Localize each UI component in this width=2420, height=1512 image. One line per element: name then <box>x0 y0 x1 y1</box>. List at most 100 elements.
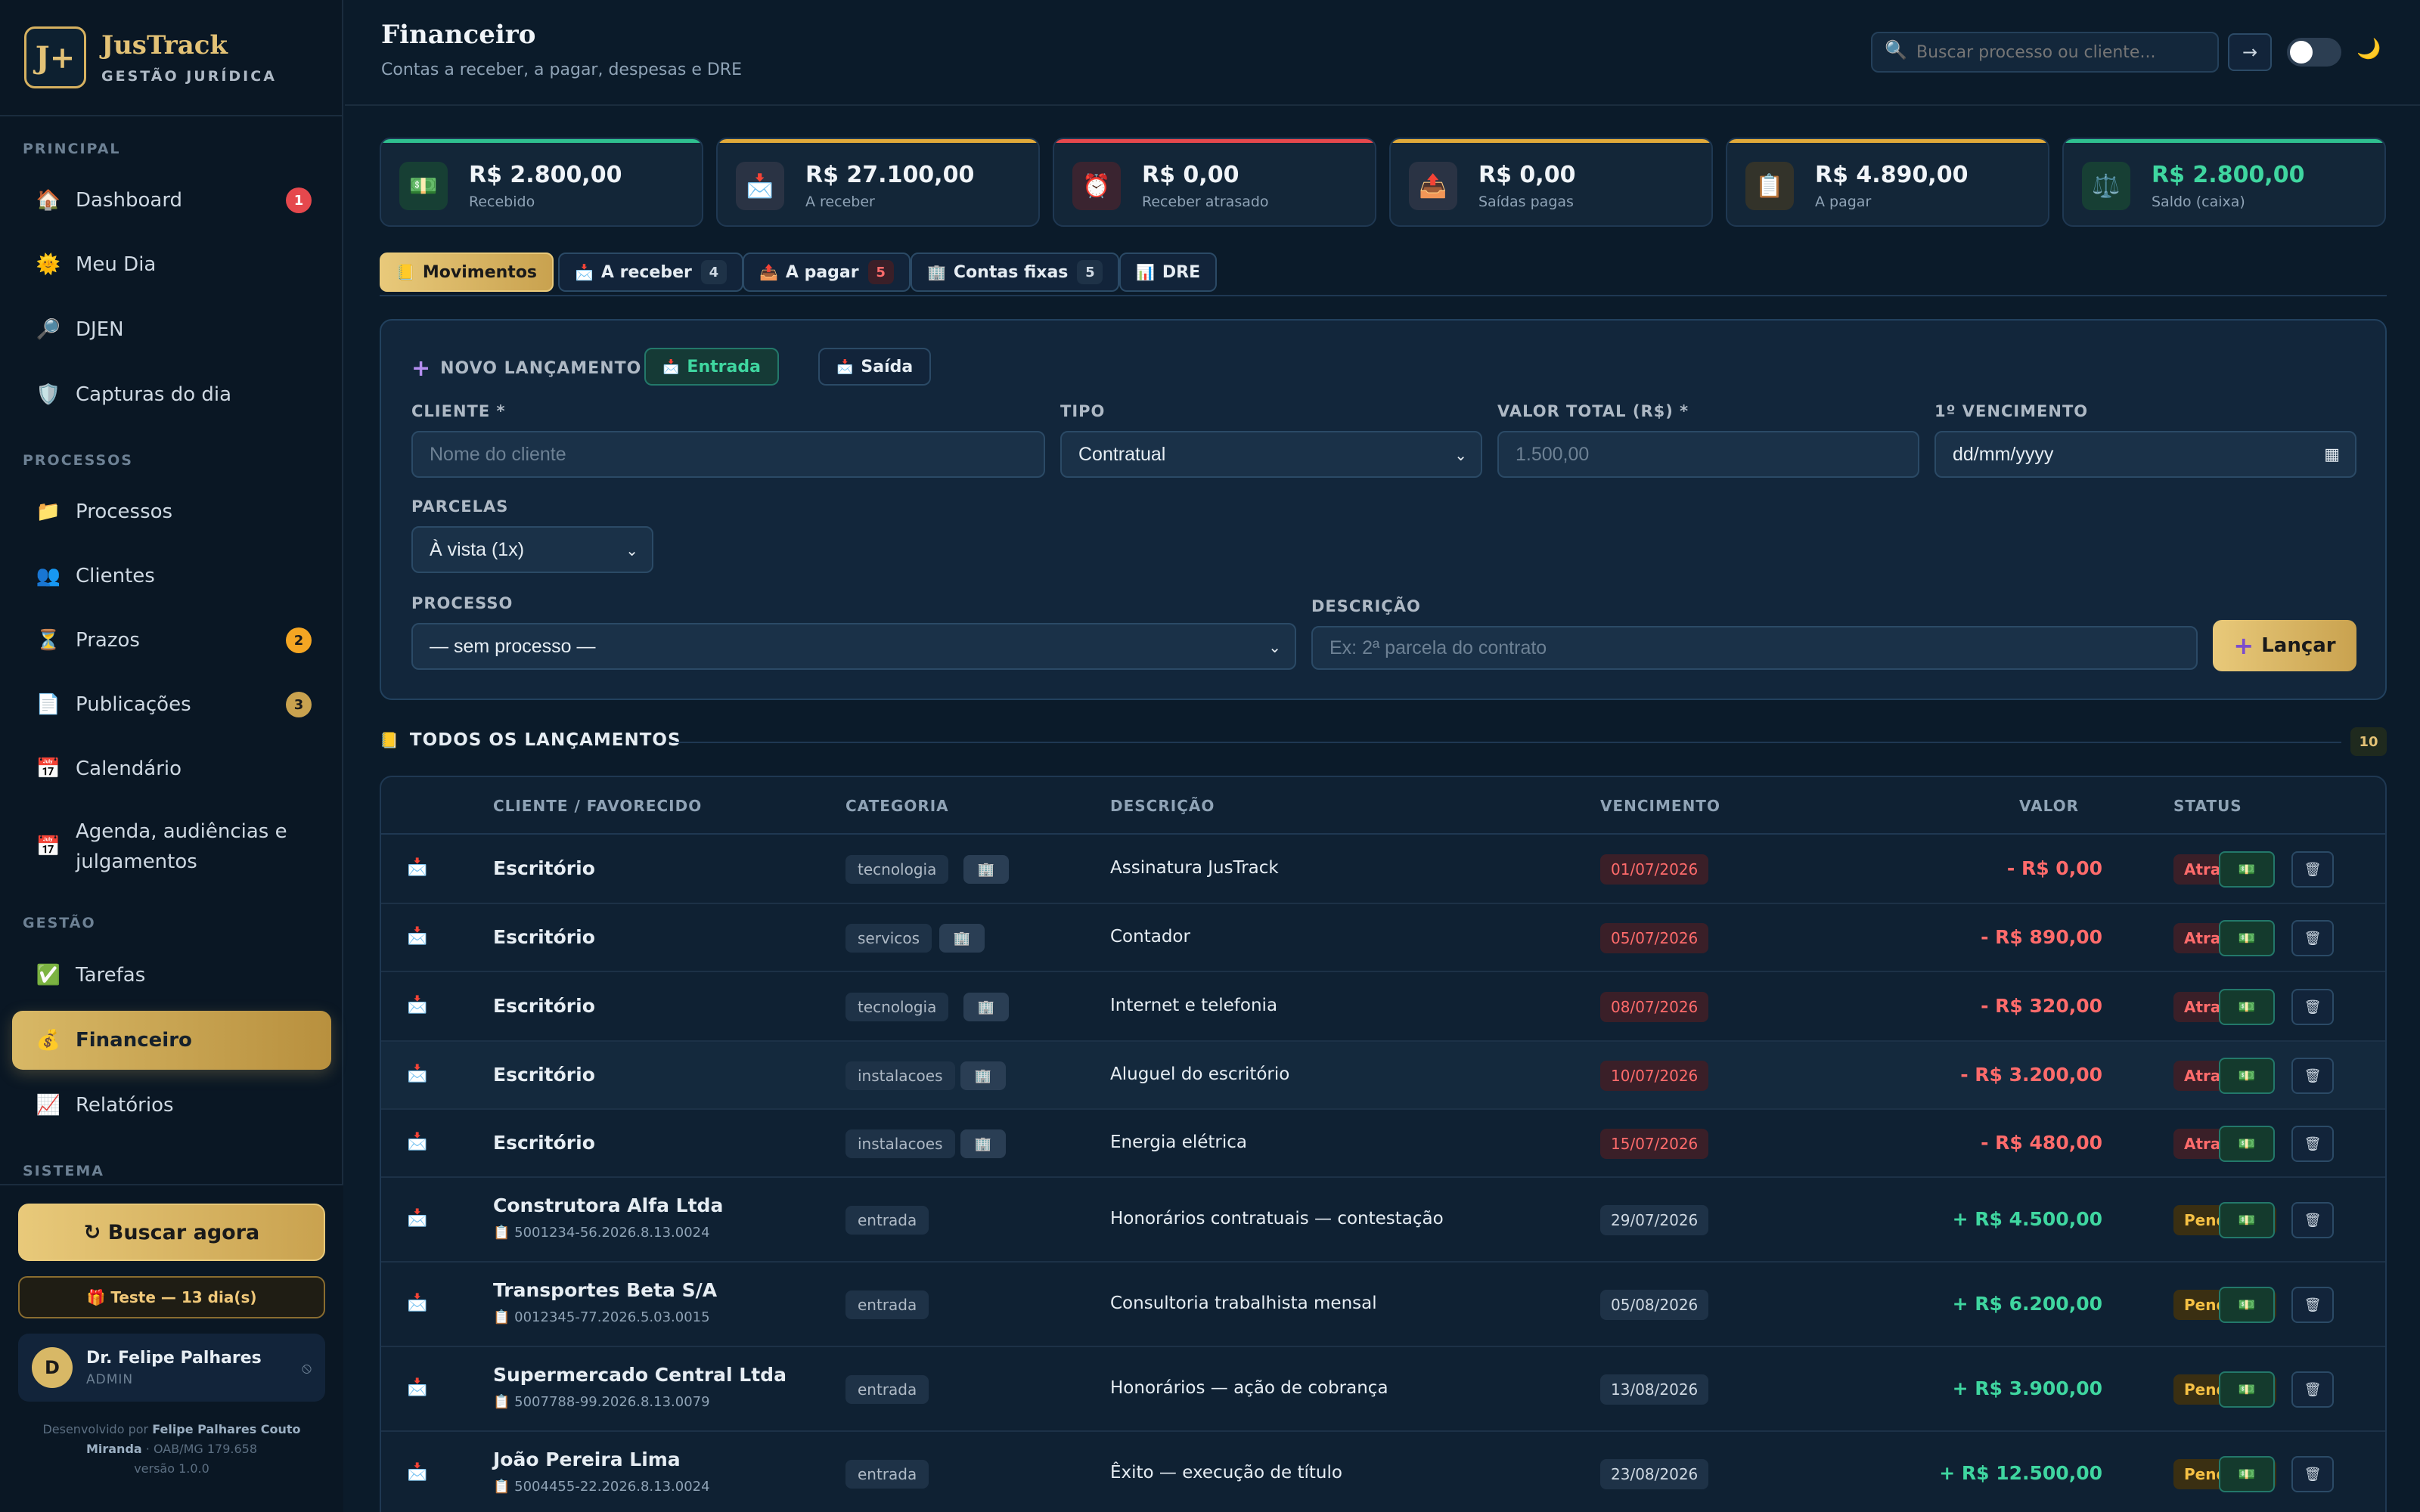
pay-button[interactable]: 💵 <box>2219 1456 2275 1492</box>
outbox-icon: 📤 <box>759 263 778 281</box>
table-row[interactable]: 📩 Escritório instalacoes 🏢 Aluguel do escrit… <box>381 1042 2385 1110</box>
sidebar-item-label: Processos <box>76 500 173 523</box>
process-number-text: 5007788-99.2026.8.13.0079 <box>514 1394 710 1410</box>
pay-button[interactable]: 💵 <box>2219 1058 2275 1094</box>
delete-button[interactable]: 🗑 <box>2291 920 2334 956</box>
table-row[interactable]: 📩 Supermercado Central Ltda 📋 5007788-99.2… <box>381 1347 2385 1432</box>
processo-select[interactable]: — sem processo — ⌄ <box>411 623 1296 670</box>
chevron-down-icon: ⌄ <box>1454 448 1467 464</box>
sidebar-item-calendario[interactable]: 📅 Calendário <box>12 739 331 798</box>
pay-button[interactable]: 💵 <box>2219 989 2275 1025</box>
search-go-button[interactable]: → <box>2228 33 2272 71</box>
table-row[interactable]: 📩 Escritório servicos 🏢 Contador 05/07/2026 - … <box>381 904 2385 972</box>
table-row[interactable]: 📩 Construtora Alfa Ltda 📋 5001234-56.2026.… <box>381 1178 2385 1263</box>
nav-section-gestao: GESTÃO <box>23 915 96 931</box>
pay-button[interactable]: 💵 <box>2219 1371 2275 1408</box>
sidebar-item-publicacoes[interactable]: 📄 Publicações 3 <box>12 675 331 734</box>
money-bag-icon: 💰 <box>36 1029 61 1052</box>
entry-amount: - R$ 320,00 <box>1981 995 2102 1017</box>
stat-value: R$ 2.800,00 <box>2152 162 2305 188</box>
delete-button[interactable]: 🗑 <box>2291 989 2334 1025</box>
delete-button[interactable]: 🗑 <box>2291 1371 2334 1408</box>
tab-contas-fixas[interactable]: 🏢 Contas fixas 5 <box>911 253 1120 292</box>
sidebar-item-dashboard[interactable]: 🏠 Dashboard 1 <box>12 171 331 230</box>
inbox-icon: 📩 <box>407 927 428 946</box>
table-row[interactable]: 📩 Escritório instalacoes 🏢 Energia elétrica 1… <box>381 1110 2385 1178</box>
sidebar-item-label: Tarefas <box>76 964 146 987</box>
list-title: 📒 TODOS OS LANÇAMENTOS <box>380 730 681 750</box>
due-date: 23/08/2026 <box>1600 1459 1709 1489</box>
pay-button[interactable]: 💵 <box>2219 1126 2275 1162</box>
stat-accent-bar <box>381 139 702 143</box>
category-badge: entrada <box>845 1290 929 1319</box>
tab-a-receber[interactable]: 📩 A receber 4 <box>558 253 743 292</box>
user-name: Dr. Felipe Palhares <box>86 1348 262 1368</box>
entry-description: Energia elétrica <box>1110 1132 1248 1152</box>
parcelas-select[interactable]: À vista (1x) ⌄ <box>411 526 653 573</box>
cliente-input[interactable]: Nome do cliente <box>411 431 1045 478</box>
saida-toggle[interactable]: 📩 Saída <box>818 348 932 386</box>
nav-section-processos: PROCESSOS <box>23 452 133 469</box>
table-row[interactable]: 📩 Escritório tecnologia 🏢 Assinatura JusTrac… <box>381 835 2385 904</box>
user-card[interactable]: D Dr. Felipe Palhares ADMIN ⦸ <box>18 1334 325 1402</box>
tab-dre[interactable]: 📊 DRE <box>1119 253 1218 292</box>
sidebar-item-relatorios[interactable]: 📈 Relatórios <box>12 1076 331 1135</box>
delete-button[interactable]: 🗑 <box>2291 1287 2334 1323</box>
sidebar-item-capturas[interactable]: 🛡️ Capturas do dia <box>12 365 331 424</box>
process-number-text: 5004455-22.2026.8.13.0024 <box>514 1479 710 1495</box>
pay-button[interactable]: 💵 <box>2219 851 2275 888</box>
sidebar-item-prazos[interactable]: ⏳ Prazos 2 <box>12 611 331 670</box>
clipboard-icon: 📋 <box>493 1309 510 1325</box>
sidebar-item-financeiro[interactable]: 💰 Financeiro <box>12 1011 331 1070</box>
pay-button[interactable]: 💵 <box>2219 1202 2275 1238</box>
process-number-text: 0012345-77.2026.5.03.0015 <box>514 1309 710 1325</box>
pay-button[interactable]: 💵 <box>2219 1287 2275 1323</box>
due-date: 13/08/2026 <box>1600 1374 1709 1405</box>
delete-button[interactable]: 🗑 <box>2291 851 2334 888</box>
client-name: Escritório <box>493 857 595 879</box>
tipo-select[interactable]: Contratual ⌄ <box>1060 431 1482 478</box>
vencimento-input[interactable]: dd/mm/yyyy ▦ <box>1934 431 2356 478</box>
sidebar-item-djen[interactable]: 🔎 DJEN <box>12 300 331 359</box>
avatar: D <box>32 1347 73 1388</box>
category-badge: tecnologia <box>845 855 949 884</box>
entrada-toggle[interactable]: 📩 Entrada <box>644 348 779 386</box>
building-icon: 🏢 <box>927 263 946 281</box>
stat-card-saidas-pagas: 📤 R$ 0,00 Saídas pagas <box>1389 138 1713 227</box>
trial-badge[interactable]: 🎁 Teste — 13 dia(s) <box>18 1276 325 1318</box>
ledger-icon: 📒 <box>380 731 399 749</box>
lancar-label: Lançar <box>2261 634 2336 657</box>
delete-button[interactable]: 🗑 <box>2291 1456 2334 1492</box>
pay-button[interactable]: 💵 <box>2219 920 2275 956</box>
delete-button[interactable]: 🗑 <box>2291 1126 2334 1162</box>
tabs-divider <box>380 295 2387 296</box>
sidebar-item-agenda[interactable]: 📅 Agenda, audiências e julgamentos <box>12 810 331 883</box>
entry-description: Assinatura JusTrack <box>1110 858 1279 878</box>
table-row[interactable]: 📩 Escritório tecnologia 🏢 Internet e telefon… <box>381 972 2385 1042</box>
tab-a-pagar[interactable]: 📤 A pagar 5 <box>743 253 911 292</box>
sidebar-item-tarefas[interactable]: ✅ Tarefas <box>12 946 331 1005</box>
valor-input[interactable]: 1.500,00 <box>1497 431 1919 478</box>
descricao-input[interactable]: Ex: 2ª parcela do contrato <box>1311 626 2198 670</box>
tab-movimentos[interactable]: 📒 Movimentos <box>380 253 554 292</box>
stat-accent-bar <box>1727 139 2048 143</box>
tab-label: Contas fixas <box>953 262 1069 282</box>
page-title: Financeiro <box>381 20 536 50</box>
lancar-button[interactable]: + Lançar <box>2213 620 2356 671</box>
logout-icon[interactable]: ⦸ <box>302 1359 312 1377</box>
search-now-button[interactable]: ↻ Buscar agora <box>18 1204 325 1261</box>
sidebar-item-processos[interactable]: 📁 Processos <box>12 482 331 541</box>
theme-toggle[interactable] <box>2287 38 2341 67</box>
nav-section-sistema: SISTEMA <box>23 1163 104 1179</box>
entry-description: Internet e telefonia <box>1110 996 1278 1015</box>
sidebar-item-clientes[interactable]: 👥 Clientes <box>12 547 331 606</box>
sidebar-item-meu-dia[interactable]: 🌞 Meu Dia <box>12 235 331 294</box>
delete-button[interactable]: 🗑 <box>2291 1058 2334 1094</box>
delete-button[interactable]: 🗑 <box>2291 1202 2334 1238</box>
sidebar-item-label: Clientes <box>76 565 155 587</box>
inbox-icon: 📩 <box>407 996 428 1015</box>
search-input[interactable] <box>1871 32 2219 73</box>
table-row[interactable]: 📩 Transportes Beta S/A 📋 0012345-77.2026.5… <box>381 1263 2385 1347</box>
brand[interactable]: J+ JusTrack GESTÃO JURÍDICA <box>0 0 342 116</box>
table-row[interactable]: 📩 João Pereira Lima 📋 5004455-22.2026.8.13… <box>381 1432 2385 1512</box>
